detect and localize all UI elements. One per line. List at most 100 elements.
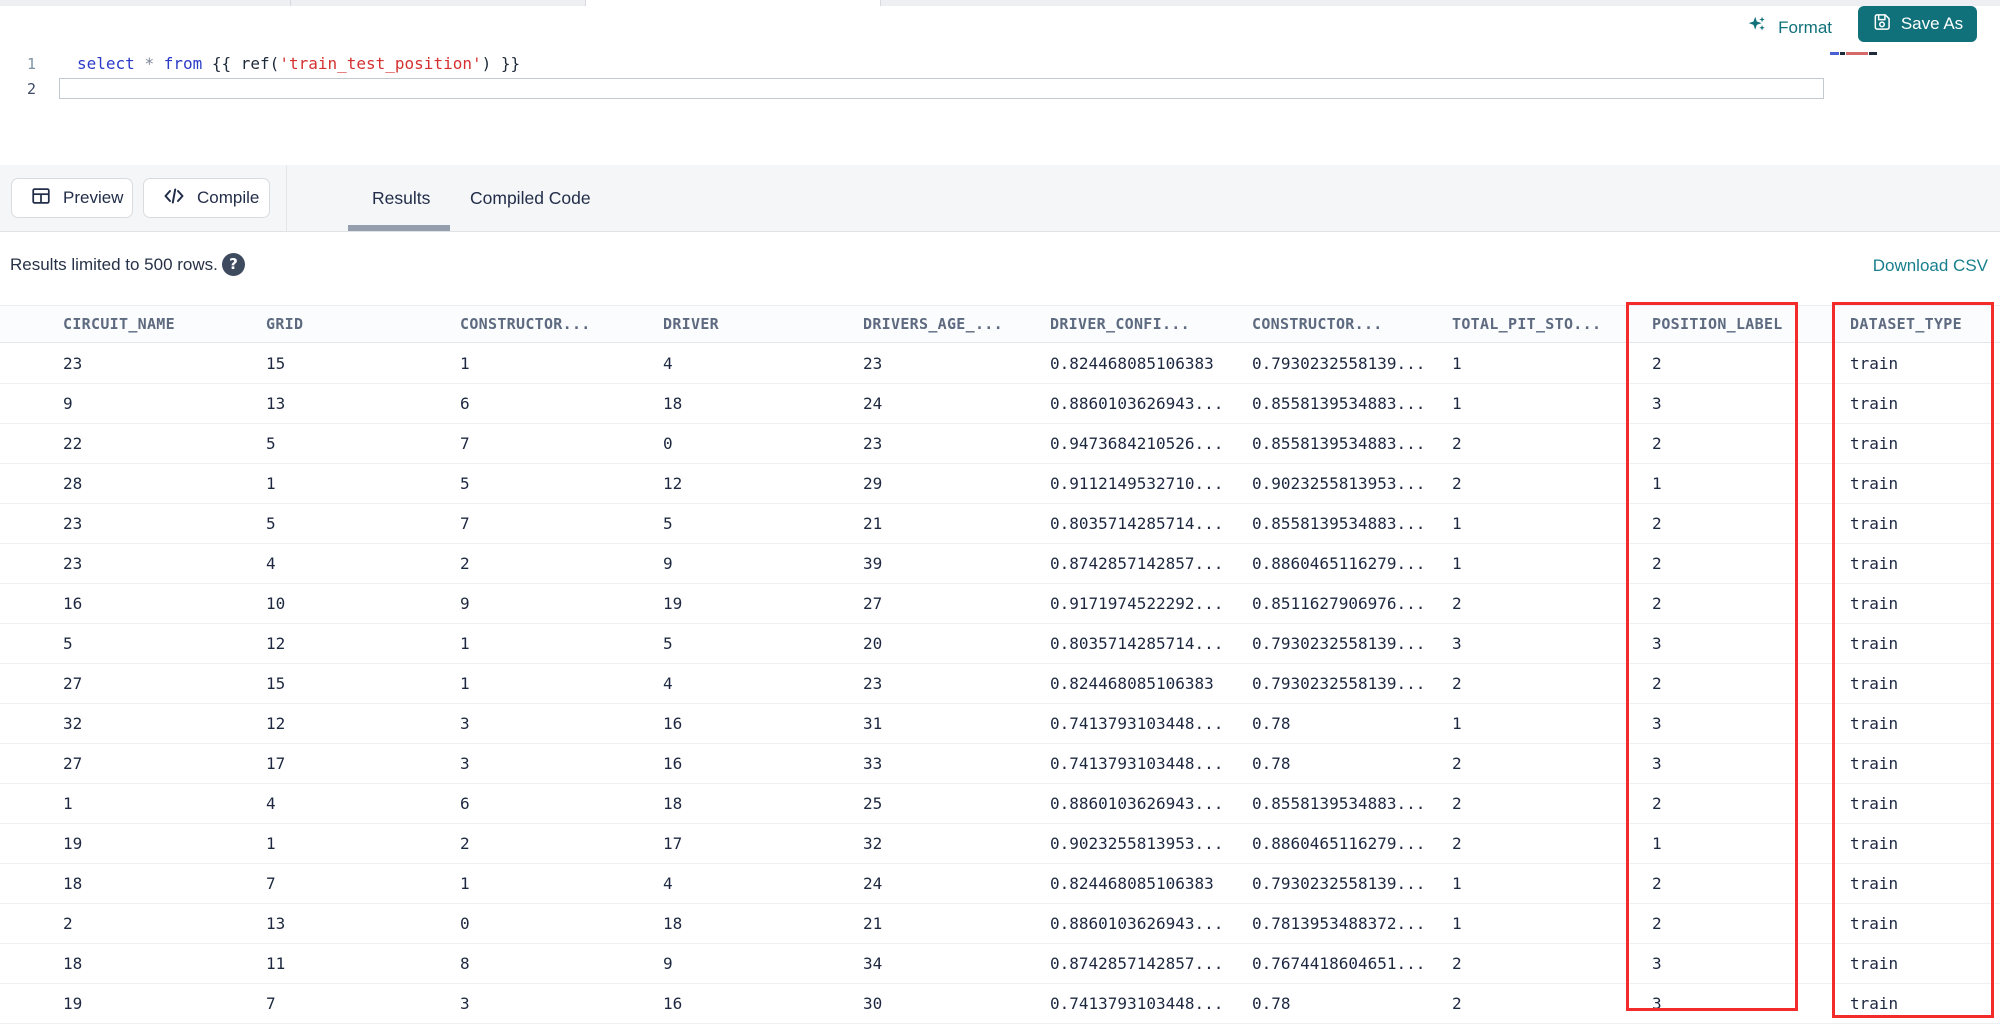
table-cell: 0.7930232558139...: [1252, 674, 1426, 693]
editor-active-line[interactable]: [59, 78, 1824, 99]
table-cell: 10: [266, 594, 286, 613]
table-cell: 7: [266, 874, 276, 893]
table-cell: 2: [1452, 594, 1462, 613]
table-cell: 0.8558139534883...: [1252, 794, 1426, 813]
table-cell: 1: [266, 474, 276, 493]
table-cell: 0.824468085106383: [1050, 874, 1214, 893]
table-cell: 2: [1452, 834, 1462, 853]
preview-button[interactable]: Preview: [11, 178, 133, 218]
table-cell: 16: [663, 714, 683, 733]
table-cell: 4: [663, 354, 673, 373]
table-cell: 16: [663, 994, 683, 1013]
table-cell: 0.8860465116279...: [1252, 554, 1426, 573]
sql-editor[interactable]: Format Save As 1 2 select * from {{ ref(…: [0, 6, 2000, 165]
table-cell: 3: [460, 754, 470, 773]
minimap-segment: [1846, 51, 1868, 55]
header-cell: CONSTRUCTOR...: [460, 315, 591, 333]
table-cell: 1: [266, 834, 276, 853]
sparkles-icon: [1746, 14, 1768, 41]
preview-button-label: Preview: [63, 188, 124, 207]
table-cell: 9: [663, 554, 673, 573]
table-cell: 17: [266, 754, 286, 773]
table-cell: 1: [1452, 874, 1462, 893]
table-cell: 23: [63, 354, 83, 373]
table-cell: 24: [863, 394, 883, 413]
table-cell: 24: [863, 874, 883, 893]
table-cell: 1: [460, 874, 470, 893]
table-cell: 0.8742857142857...: [1050, 554, 1224, 573]
tab-compiled-code[interactable]: Compiled Code: [470, 188, 591, 209]
annotation-box-position-label: [1626, 302, 1798, 1011]
table-cell: 2: [1452, 434, 1462, 453]
table-cell: 27: [63, 754, 83, 773]
table-cell: 0.8558139534883...: [1252, 434, 1426, 453]
table-cell: 34: [863, 954, 883, 973]
table-cell: 23: [63, 514, 83, 533]
code-line[interactable]: select * from {{ ref('train_test_positio…: [77, 54, 520, 73]
table-cell: 5: [266, 514, 276, 533]
table-cell: 2: [1452, 994, 1462, 1013]
table-cell: 23: [863, 434, 883, 453]
table-cell: 0.8558139534883...: [1252, 514, 1426, 533]
table-cell: 1: [1452, 914, 1462, 933]
table-cell: 20: [863, 634, 883, 653]
code-token: *: [144, 54, 155, 73]
table-cell: 4: [266, 554, 276, 573]
table-cell: 0.8511627906976...: [1252, 594, 1426, 613]
table-cell: 1: [460, 354, 470, 373]
editor-minimap[interactable]: [1830, 51, 1888, 55]
header-cell: GRID: [266, 315, 304, 333]
code-token: ) }}: [481, 54, 521, 73]
tab-results[interactable]: Results: [372, 188, 430, 209]
table-cell: 0.9171974522292...: [1050, 594, 1224, 613]
table-cell: 5: [266, 434, 276, 453]
compile-button-label: Compile: [197, 188, 260, 207]
table-cell: 3: [460, 994, 470, 1013]
table-cell: 18: [663, 794, 683, 813]
table-cell: 5: [663, 514, 673, 533]
save-as-button-label: Save As: [1900, 14, 1964, 33]
table-cell: 1: [63, 794, 73, 813]
table-cell: 12: [266, 714, 286, 733]
table-cell: 2: [63, 914, 73, 933]
table-cell: 0.8860465116279...: [1252, 834, 1426, 853]
compile-button[interactable]: Compile: [143, 178, 270, 218]
format-button[interactable]: Format: [1746, 14, 1832, 41]
header-cell: CIRCUIT_NAME: [63, 315, 175, 333]
table-cell: 0.8035714285714...: [1050, 514, 1224, 533]
table-cell: 18: [63, 874, 83, 893]
action-tab-band: Preview Compile Results Compiled Code: [0, 165, 2000, 232]
table-cell: 18: [63, 954, 83, 973]
help-icon[interactable]: ?: [222, 253, 245, 276]
table-cell: 1: [1452, 354, 1462, 373]
table-cell: 5: [663, 634, 673, 653]
table-cell: 5: [460, 474, 470, 493]
table-cell: 0.7930232558139...: [1252, 354, 1426, 373]
table-cell: 21: [863, 914, 883, 933]
table-cell: 7: [266, 994, 276, 1013]
annotation-box-dataset-type: [1832, 302, 1994, 1018]
download-csv-link[interactable]: Download CSV: [1873, 256, 1988, 276]
table-cell: 0.8860103626943...: [1050, 914, 1224, 933]
table-cell: 1: [460, 634, 470, 653]
line-number-1: 1: [26, 55, 36, 73]
header-cell: DRIVER_CONFI...: [1050, 315, 1190, 333]
table-cell: 30: [863, 994, 883, 1013]
table-cell: 2: [1452, 954, 1462, 973]
table-cell: 23: [863, 354, 883, 373]
table-cell: 3: [1452, 634, 1462, 653]
table-cell: 9: [460, 594, 470, 613]
table-cell: 1: [1452, 714, 1462, 733]
table-cell: 5: [63, 634, 73, 653]
table-cell: 32: [863, 834, 883, 853]
table-cell: 2: [1452, 474, 1462, 493]
table-cell: 25: [863, 794, 883, 813]
table-cell: 0.7930232558139...: [1252, 874, 1426, 893]
table-cell: 19: [63, 834, 83, 853]
save-as-button[interactable]: Save As: [1858, 6, 1977, 42]
table-cell: 0.7413793103448...: [1050, 754, 1224, 773]
table-cell: 0.8742857142857...: [1050, 954, 1224, 973]
line-number-2: 2: [26, 80, 36, 98]
